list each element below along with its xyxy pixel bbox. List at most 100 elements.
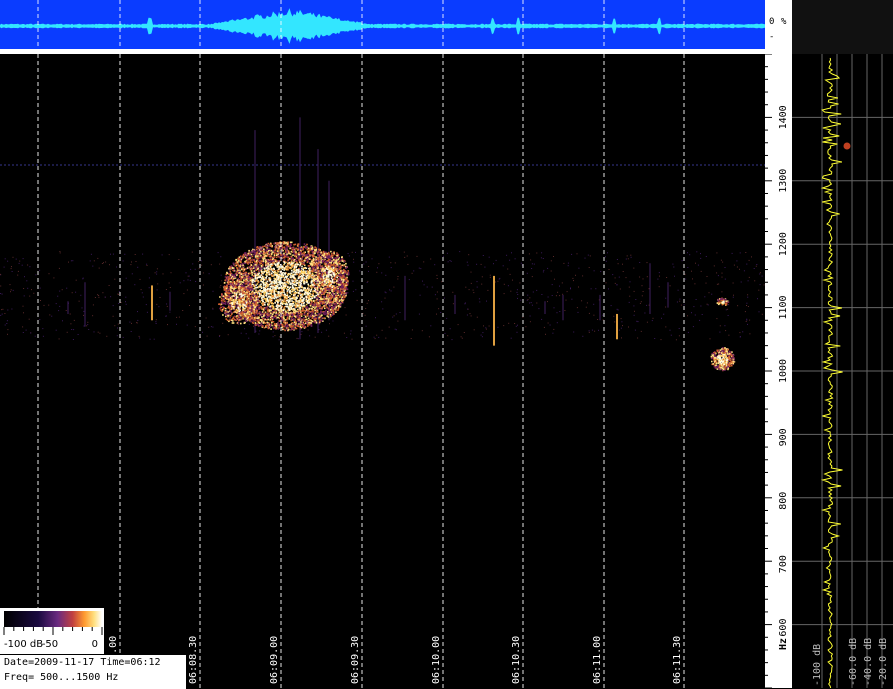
- spectrogram-blob-pixel: [298, 323, 300, 325]
- spectrogram-noise: [530, 259, 531, 260]
- spectrogram-noise: [471, 272, 472, 273]
- spectrogram-blob-pixel: [308, 323, 310, 325]
- spectrogram-noise: [249, 324, 250, 325]
- spectrogram-blob-pixel: [306, 319, 308, 321]
- spectrogram-blob-pixel: [257, 319, 259, 321]
- spectrogram-noise: [534, 264, 535, 265]
- spectrogram-blob-pixel: [287, 274, 289, 276]
- spectrogram-noise: [142, 254, 143, 255]
- spectrogram-blob-pixel: [259, 300, 261, 302]
- spectrogram-blob-pixel: [267, 259, 269, 261]
- spectrogram-blob-pixel: [313, 262, 315, 264]
- spectrogram-noise: [725, 267, 726, 268]
- spectrogram-blob-pixel: [302, 306, 304, 308]
- spectrogram-noise: [581, 300, 582, 301]
- spectrogram-blob-pixel: [260, 255, 262, 257]
- spectrogram-blob-pixel: [275, 315, 277, 317]
- spectrogram-noise: [319, 329, 320, 330]
- spectrogram-blob-pixel: [263, 253, 265, 255]
- spectrogram-noise: [212, 309, 213, 310]
- spectrogram-blob-pixel: [240, 262, 242, 264]
- spectrogram-blob-pixel: [283, 285, 285, 287]
- spectrogram-noise: [87, 324, 88, 325]
- spectrogram-noise: [189, 276, 190, 277]
- spectrogram-noise: [745, 252, 746, 253]
- spectrogram-noise: [612, 274, 613, 275]
- spectrogram-blob-pixel: [327, 311, 329, 313]
- spectrogram-noise: [695, 315, 696, 316]
- spectrogram-blob-pixel: [271, 306, 273, 308]
- spectrogram-blob-pixel: [297, 309, 299, 311]
- spectrogram-noise: [352, 339, 353, 340]
- spectrogram-noise: [628, 327, 629, 328]
- spectrogram-noise: [493, 263, 494, 264]
- spectrogram-blob-pixel: [282, 247, 284, 249]
- spectrogram-blob-pixel: [256, 247, 258, 249]
- spectrogram-noise: [93, 304, 94, 305]
- spectrogram-blob-pixel: [275, 323, 277, 325]
- spectrogram-blob-pixel: [273, 285, 275, 287]
- spectrogram-noise: [430, 259, 431, 260]
- spectrogram-blob-pixel: [326, 302, 328, 304]
- spectrogram-blob-pixel: [271, 286, 273, 288]
- spectrogram-blob-pixel: [302, 256, 304, 258]
- spectrogram-blob-pixel: [262, 326, 264, 328]
- spectrogram-noise: [73, 339, 74, 340]
- spectrogram-noise: [23, 288, 24, 289]
- spectrogram-blob-pixel: [265, 326, 267, 328]
- spectrogram-blob-pixel: [230, 273, 232, 275]
- spectrogram-blob-pixel: [330, 303, 332, 305]
- spectrogram-blob-pixel: [286, 314, 288, 316]
- spectrogram-blob-pixel: [312, 248, 314, 250]
- spectrogram-noise: [678, 290, 679, 291]
- spectrogram-blob-pixel: [264, 268, 266, 270]
- spectrogram-blob-pixel: [286, 254, 288, 256]
- spectrogram-noise: [653, 318, 654, 319]
- spectrogram-blob-pixel: [273, 312, 275, 314]
- spectrogram-noise: [510, 291, 511, 292]
- spectrogram-noise: [571, 299, 572, 300]
- spectrogram-noise: [507, 269, 508, 270]
- spectrogram-blob-pixel: [238, 278, 240, 280]
- spectrogram-blob-pixel: [312, 321, 314, 323]
- spectrogram-blob-pixel: [289, 310, 291, 312]
- spectrogram-blob-pixel: [287, 305, 289, 307]
- spectrogram-noise: [634, 315, 635, 316]
- spectrogram-noise: [673, 267, 674, 268]
- spectrogram-noise: [616, 284, 617, 285]
- spectrogram-noise: [155, 272, 156, 273]
- spectrogram-blob-pixel: [277, 314, 279, 316]
- spectrogram-noise: [92, 266, 93, 267]
- spectrogram-blob-pixel: [289, 295, 291, 297]
- spectrogram-noise: [745, 311, 746, 312]
- spectrogram-blob-pixel: [261, 287, 263, 289]
- spectrogram-blob-pixel: [268, 261, 270, 263]
- spectrogram-blob-pixel: [284, 272, 286, 274]
- spectrogram-noise: [59, 338, 60, 339]
- spectrogram-noise: [389, 327, 390, 328]
- spectrogram-noise: [554, 279, 555, 280]
- spectrogram-blob-pixel: [259, 325, 261, 327]
- spectrogram-noise: [684, 304, 685, 305]
- spectrogram-noise: [746, 319, 747, 320]
- spectrogram-noise: [641, 331, 642, 332]
- spectrogram-noise: [218, 252, 219, 253]
- spectrogram-blob-pixel: [246, 261, 248, 263]
- spectrogram-noise: [706, 256, 707, 257]
- spectrogram-blob-pixel: [233, 278, 235, 280]
- spectrogram-noise: [637, 338, 638, 339]
- spectrogram-noise: [59, 251, 60, 252]
- spectrogram-blob-pixel: [312, 271, 314, 273]
- spectrogram-noise: [26, 280, 27, 281]
- spectrogram-blob-pixel: [257, 261, 259, 263]
- spectrogram-blob-pixel: [242, 315, 244, 317]
- spectrogram-blob-pixel: [305, 257, 307, 259]
- spectrogram-noise: [71, 329, 72, 330]
- spectrogram-blob-pixel: [224, 282, 226, 284]
- spectrogram-noise: [517, 325, 518, 326]
- spectrogram-noise: [474, 329, 475, 330]
- spectrogram-blob-pixel: [316, 311, 318, 313]
- spectrogram-noise: [487, 290, 488, 291]
- spectrogram-blob-pixel: [301, 277, 303, 279]
- spectrogram-noise: [692, 278, 693, 279]
